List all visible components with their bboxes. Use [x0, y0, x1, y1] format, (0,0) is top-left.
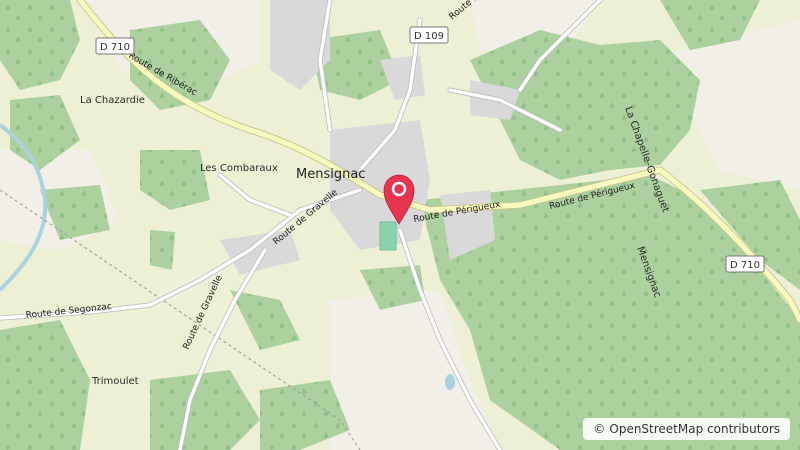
- svg-text:D 710: D 710: [730, 260, 760, 271]
- shield-d710-left: D 710: [95, 37, 135, 55]
- map-attribution[interactable]: © OpenStreetMap contributors: [583, 418, 790, 440]
- place-la-chazardie: La Chazardie: [80, 95, 145, 106]
- place-trimoulet: Trimoulet: [91, 376, 139, 387]
- attribution-text[interactable]: OpenStreetMap contributors: [609, 422, 780, 436]
- map-canvas[interactable]: La Chazardie Les Combaraux Trimoulet La …: [0, 0, 800, 450]
- place-les-combaraux: Les Combaraux: [200, 163, 278, 174]
- shield-d710-right: D 710: [725, 255, 765, 273]
- sports-pitch: [379, 221, 397, 251]
- svg-text:D 710: D 710: [100, 42, 130, 53]
- shield-d109: D 109: [409, 26, 449, 44]
- town-label: Mensignac: [296, 167, 365, 182]
- svg-text:D 109: D 109: [414, 31, 444, 42]
- copyright-icon: ©: [593, 422, 606, 436]
- pond: [445, 374, 455, 390]
